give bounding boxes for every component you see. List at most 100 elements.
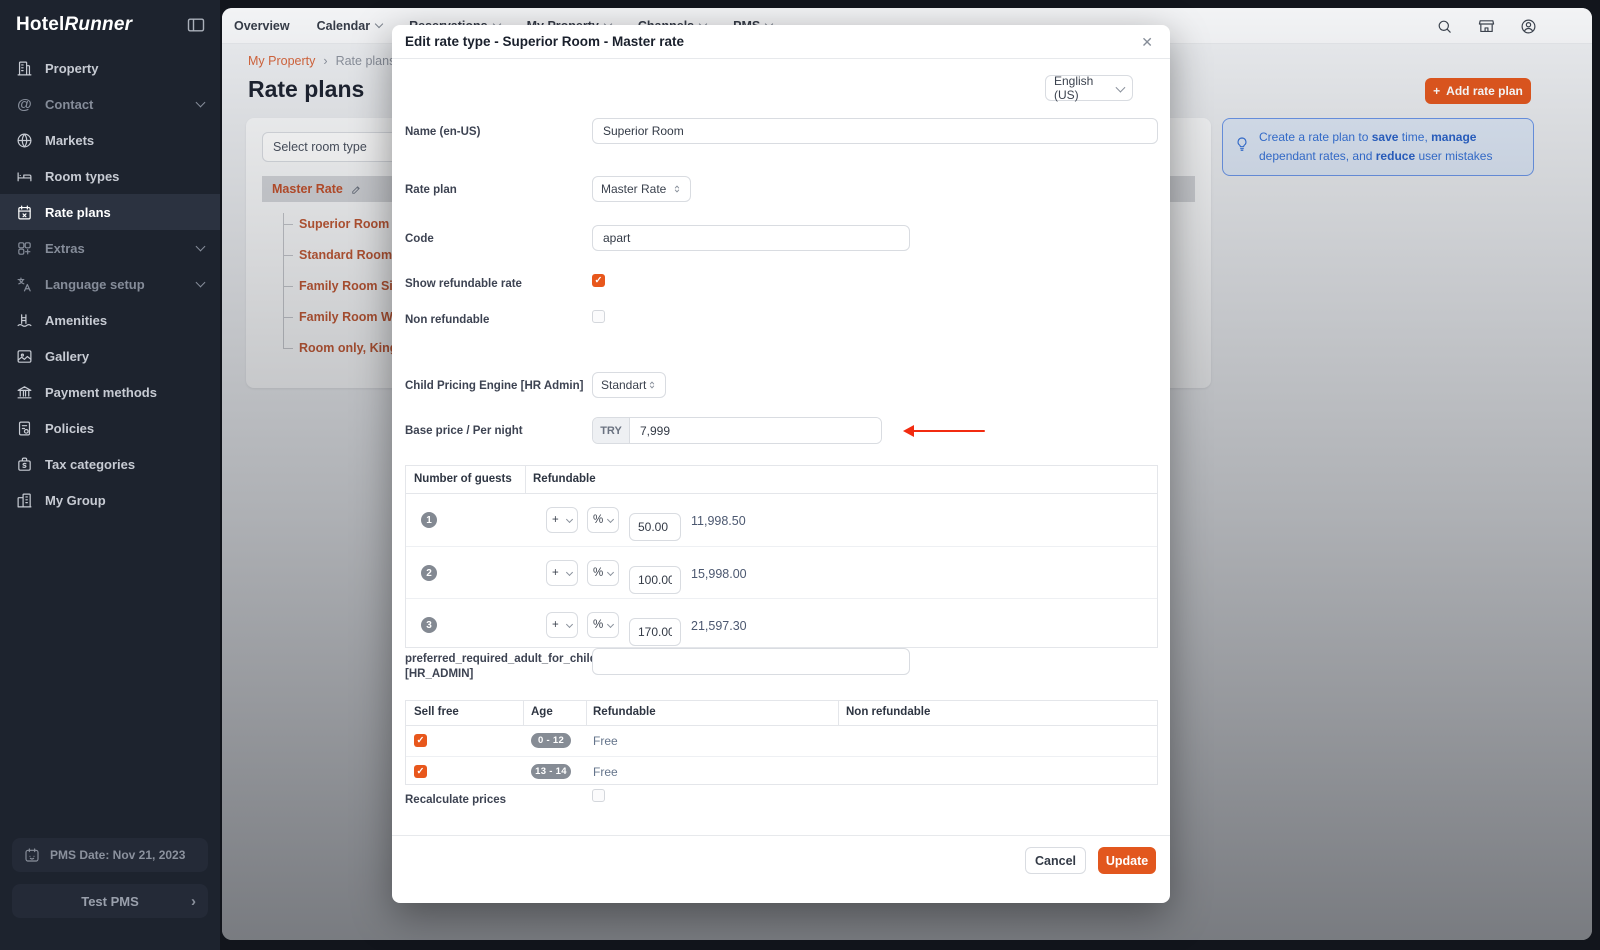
- base-price-group: TRY: [592, 417, 882, 444]
- child-pricing-engine-select[interactable]: Standart: [592, 372, 666, 398]
- sidebar-item-my-group[interactable]: My Group: [0, 482, 220, 518]
- globe-icon: [16, 132, 33, 149]
- base-price-input[interactable]: [630, 418, 881, 443]
- name-input[interactable]: [592, 118, 1158, 144]
- test-pms-button[interactable]: Test PMS ›: [12, 884, 208, 918]
- sidebar-item-rate-plans[interactable]: Rate plans: [0, 194, 220, 230]
- bank-icon: [16, 384, 33, 401]
- computed-price: 15,998.00: [691, 567, 747, 581]
- sidebar-item-room-types[interactable]: Room types: [0, 158, 220, 194]
- page-title: Rate plans: [248, 76, 364, 103]
- preferred-adult-label: preferred_required_adult_for_child_prici…: [405, 652, 587, 682]
- operator-select[interactable]: +: [546, 507, 578, 533]
- sidebar-item-tax-categories[interactable]: Tax categories: [0, 446, 220, 482]
- guest-row-2: 2 + % 15,998.00: [406, 546, 1157, 598]
- nav-item-calendar[interactable]: Calendar: [317, 19, 383, 33]
- code-label: Code: [405, 232, 587, 247]
- sell-free-checkbox[interactable]: [414, 765, 427, 778]
- chevron-right-icon: ›: [191, 893, 196, 910]
- rate-plan-label: Rate plan: [405, 183, 587, 198]
- sidebar-item-policies[interactable]: Policies: [0, 410, 220, 446]
- policy-document-icon: [16, 420, 33, 437]
- calendar-icon: [24, 847, 40, 863]
- language-select[interactable]: English (US): [1045, 75, 1133, 101]
- operator-select[interactable]: +: [546, 612, 578, 638]
- language-icon: [16, 276, 33, 293]
- child-row-2: 13 - 14 Free: [406, 756, 1157, 786]
- nav-item-overview[interactable]: Overview: [234, 19, 290, 33]
- divider: [586, 701, 587, 726]
- pms-date-label: PMS Date: Nov 21, 2023: [50, 848, 185, 862]
- breadcrumb-my-property[interactable]: My Property: [248, 54, 315, 68]
- divider: [525, 466, 526, 494]
- tax-briefcase-icon: [16, 456, 33, 473]
- show-refundable-checkbox[interactable]: [592, 274, 605, 287]
- building-icon: [16, 60, 33, 77]
- search-icon[interactable]: [1436, 18, 1453, 35]
- annotation-arrow: [903, 424, 985, 438]
- divider: [838, 701, 839, 726]
- breadcrumb-separator: ›: [323, 54, 327, 68]
- unit-select[interactable]: %: [587, 507, 619, 533]
- guest-count-badge: 1: [421, 512, 437, 528]
- tree-item-family-room-side[interactable]: Family Room Side: [283, 276, 407, 296]
- updown-icon: [647, 378, 657, 392]
- refundable-price: Free: [593, 765, 618, 779]
- operator-select[interactable]: +: [546, 560, 578, 586]
- sidebar-item-extras[interactable]: Extras: [0, 230, 220, 266]
- sidebar-item-markets[interactable]: Markets: [0, 122, 220, 158]
- sell-free-checkbox[interactable]: [414, 734, 427, 747]
- updown-icon: [672, 182, 682, 196]
- tree-item-family-room-with[interactable]: Family Room With: [283, 307, 408, 327]
- sidebar-item-property[interactable]: Property: [0, 50, 220, 86]
- navbar-icons: [1436, 8, 1537, 44]
- extras-icon: [16, 240, 33, 257]
- chevron-down-icon: [196, 278, 206, 288]
- sidebar-item-payment-methods[interactable]: Payment methods: [0, 374, 220, 410]
- sidebar-item-amenities[interactable]: Amenities: [0, 302, 220, 338]
- rate-value-input[interactable]: [629, 566, 681, 594]
- edit-pencil-icon[interactable]: [350, 183, 363, 196]
- footer-divider: [392, 835, 1170, 836]
- hotelrunner-logo: HotelRunner: [16, 14, 132, 36]
- non-refundable-label: Non refundable: [405, 313, 587, 328]
- sidebar-collapse-icon[interactable]: [186, 15, 206, 35]
- store-icon[interactable]: [1478, 18, 1495, 35]
- logo-row: HotelRunner: [16, 14, 206, 36]
- rate-plan-tip: Create a rate plan to save time, manage …: [1222, 118, 1534, 176]
- divider: [392, 58, 1170, 59]
- age-badge: 13 - 14: [531, 764, 571, 779]
- header-number-of-guests: Number of guests: [414, 473, 512, 485]
- code-input[interactable]: [592, 225, 910, 251]
- sidebar: HotelRunner Property @ Contact Markets R…: [0, 0, 220, 950]
- header-refundable: Refundable: [533, 473, 596, 485]
- preferred-adult-input[interactable]: [592, 648, 910, 675]
- chevron-down-icon: [196, 242, 206, 252]
- chevron-down-icon: [375, 19, 383, 27]
- sidebar-item-contact[interactable]: @ Contact: [0, 86, 220, 122]
- rate-plan-select[interactable]: Master Rate: [592, 176, 691, 202]
- rate-value-input[interactable]: [629, 618, 681, 646]
- sidebar-item-gallery[interactable]: Gallery: [0, 338, 220, 374]
- rate-value-input[interactable]: [629, 513, 681, 541]
- unit-select[interactable]: %: [587, 612, 619, 638]
- calendar-rate-icon: [16, 204, 33, 221]
- account-icon[interactable]: [1520, 18, 1537, 35]
- group-buildings-icon: [16, 492, 33, 509]
- sidebar-item-language-setup[interactable]: Language setup: [0, 266, 220, 302]
- chevron-down-icon: [196, 98, 206, 108]
- gallery-icon: [16, 348, 33, 365]
- close-icon[interactable]: ✕: [1137, 32, 1157, 53]
- non-refundable-checkbox[interactable]: [592, 310, 605, 323]
- base-price-label: Base price / Per night: [405, 424, 587, 439]
- unit-select[interactable]: %: [587, 560, 619, 586]
- guest-count-badge: 3: [421, 617, 437, 633]
- update-button[interactable]: Update: [1098, 847, 1156, 874]
- recalculate-prices-checkbox[interactable]: [592, 789, 605, 802]
- cancel-button[interactable]: Cancel: [1025, 847, 1086, 874]
- pms-date-box: PMS Date: Nov 21, 2023: [12, 838, 208, 872]
- master-rate-link[interactable]: Master Rate: [272, 182, 343, 196]
- add-rate-plan-button[interactable]: + Add rate plan: [1425, 78, 1531, 104]
- bed-icon: [16, 168, 33, 185]
- divider: [523, 701, 524, 726]
